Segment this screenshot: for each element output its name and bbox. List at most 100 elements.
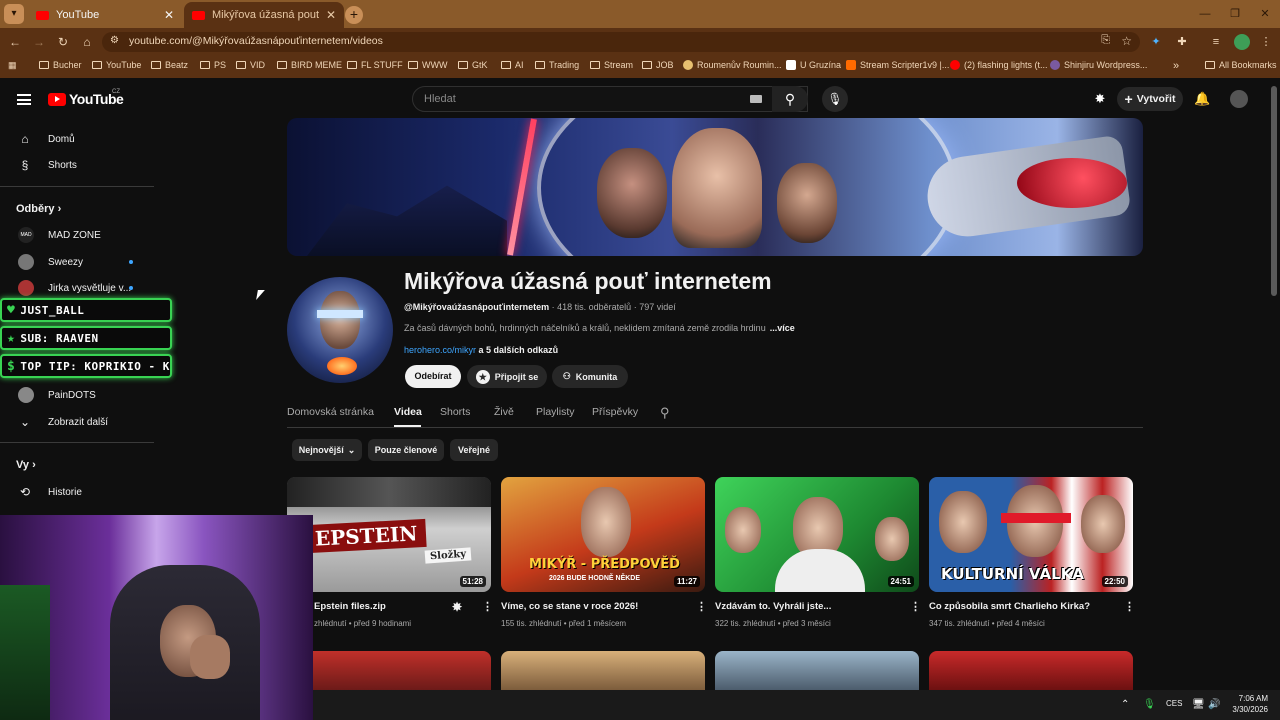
tab-shorts[interactable]: Shorts — [440, 406, 470, 418]
video-thumbnail[interactable] — [287, 651, 491, 691]
search-input[interactable]: Hledat — [412, 86, 808, 112]
bookmark-folder[interactable]: JOB — [642, 60, 674, 70]
more-bookmarks-icon[interactable]: » — [1173, 60, 1179, 72]
sparkle-icon[interactable]: ✸ — [1092, 91, 1108, 107]
maximize-button[interactable]: ❐ — [1218, 0, 1252, 28]
extensions-puzzle-icon[interactable]: ✚ — [1174, 34, 1190, 50]
network-icon[interactable]: 🖥 — [1192, 699, 1205, 710]
members-only-chip[interactable]: Pouze členové — [368, 439, 444, 461]
channel-link[interactable]: herohero.co/mikyr — [404, 345, 476, 355]
community-button[interactable]: ⚇ Komunita — [552, 365, 628, 388]
browser-tab-youtube[interactable]: YouTube ✕ — [28, 2, 182, 28]
taskbar-clock[interactable]: 7:06 AM 3/30/2026 — [1226, 693, 1268, 715]
reading-list-icon[interactable]: ≡ — [1208, 34, 1224, 50]
more-links[interactable]: a 5 dalších odkazů — [479, 345, 559, 355]
profile-avatar[interactable] — [1234, 34, 1250, 50]
video-menu-icon[interactable]: ⋮ — [696, 600, 707, 613]
channel-avatar-large[interactable] — [287, 277, 393, 383]
bookmark-link[interactable]: (2) flashing lights (t... — [950, 60, 1048, 70]
sidebar-item-shorts[interactable]: § Shorts — [0, 152, 160, 178]
bookmark-folder[interactable]: YouTube — [92, 60, 141, 70]
video-title[interactable]: Víme, co se stane v roce 2026! — [501, 601, 638, 612]
video-menu-icon[interactable]: ⋮ — [482, 600, 493, 613]
browser-menu-icon[interactable]: ⋮ — [1258, 34, 1274, 50]
bookmark-star-icon[interactable]: ☆ — [1121, 34, 1132, 48]
bookmark-folder[interactable]: AI — [501, 60, 524, 70]
video-thumbnail[interactable]: EPSTEIN Složky 51:28 — [287, 477, 491, 592]
video-thumbnail[interactable]: KULTURNÍ VÁLKA 22:50 — [929, 477, 1133, 592]
bookmark-folder[interactable]: Trading — [535, 60, 579, 70]
channel-description[interactable]: Za časů dávných bohů, hrdinných náčelník… — [404, 323, 795, 333]
bookmark-link[interactable]: U Gruzína — [786, 60, 841, 70]
subscriptions-heading[interactable]: Odběry › — [16, 203, 61, 215]
new-tab-button[interactable]: + — [345, 6, 363, 24]
account-avatar[interactable] — [1230, 90, 1248, 108]
sidebar-subscription[interactable]: MAD MAD ZONE — [0, 222, 160, 248]
sparkle-icon[interactable]: ✸ — [452, 600, 462, 614]
bookmark-folder[interactable]: BIRD MEME — [277, 60, 342, 70]
page-scrollbar[interactable] — [1271, 86, 1277, 296]
bookmark-folder[interactable]: FL STUFF — [347, 60, 403, 70]
apps-grid-icon[interactable]: ▦ — [8, 60, 17, 71]
volume-icon[interactable]: 🔊 — [1208, 699, 1220, 710]
youtube-logo[interactable]: YouTube CZ — [48, 89, 124, 107]
join-button[interactable]: ★ Připojit se — [467, 365, 547, 388]
voice-search-button[interactable]: 🎙 — [822, 86, 848, 112]
video-thumbnail[interactable] — [501, 651, 705, 691]
video-menu-icon[interactable]: ⋮ — [1124, 600, 1135, 613]
video-menu-icon[interactable]: ⋮ — [910, 600, 921, 613]
extension-icon[interactable]: ✦ — [1148, 34, 1164, 50]
site-info-icon[interactable]: ⚙ — [110, 35, 119, 46]
close-tab-icon[interactable]: ✕ — [326, 8, 336, 22]
create-button[interactable]: + Vytvořit — [1117, 87, 1183, 111]
video-thumbnail[interactable] — [715, 651, 919, 691]
sidebar-item-history[interactable]: ⟲ Historie — [0, 479, 160, 505]
video-thumbnail[interactable] — [929, 651, 1133, 691]
tab-posts[interactable]: Příspěvky — [592, 406, 638, 418]
bookmark-link[interactable]: Stream Scripter1v9 |... — [846, 60, 949, 70]
minimize-button[interactable]: — — [1188, 0, 1222, 28]
video-title[interactable]: Co způsobila smrt Charlieho Kirka? — [929, 601, 1090, 612]
tab-home[interactable]: Domovská stránka — [287, 406, 374, 418]
bookmark-folder[interactable]: Bucher — [39, 60, 82, 70]
home-button[interactable]: ⌂ — [78, 33, 96, 51]
video-title[interactable]: Vzdávám to. Vyhráli jste... — [715, 601, 831, 612]
sidebar-show-more[interactable]: ⌄ Zobrazit další — [0, 409, 160, 435]
sort-newest-chip[interactable]: Nejnovější ⌄ — [292, 439, 362, 461]
bookmark-folder[interactable]: VID — [236, 60, 265, 70]
bookmark-link[interactable]: Roumenův Roumin... — [683, 60, 782, 70]
back-button[interactable]: ← — [6, 33, 24, 51]
guide-menu-icon[interactable] — [17, 94, 31, 105]
close-window-button[interactable]: ✕ — [1248, 0, 1280, 28]
close-tab-icon[interactable]: ✕ — [164, 8, 174, 22]
public-chip[interactable]: Veřejné — [450, 439, 498, 461]
tab-search-button[interactable]: ▾ — [4, 4, 24, 24]
sidebar-subscription[interactable]: Sweezy — [0, 249, 160, 275]
video-thumbnail[interactable]: 24:51 — [715, 477, 919, 592]
tab-videos[interactable]: Videa — [394, 406, 422, 418]
mic-tray-icon[interactable]: 🎙 — [1143, 699, 1156, 710]
bookmark-folder[interactable]: GtK — [458, 60, 488, 70]
tab-playlists[interactable]: Playlisty — [536, 406, 575, 418]
bookmark-folder[interactable]: WWW — [408, 60, 447, 70]
input-language[interactable]: CES — [1166, 699, 1182, 708]
video-thumbnail[interactable]: MIKÝŘ - PŘEDPOVĚĎ 2026 BUDE HODNĚ NĚKDE … — [501, 477, 705, 592]
install-app-icon[interactable]: ⎘ — [1101, 34, 1110, 47]
keyboard-icon[interactable] — [750, 95, 762, 103]
channel-search-icon[interactable]: ⚲ — [660, 405, 670, 421]
all-bookmarks[interactable]: All Bookmarks — [1205, 60, 1277, 70]
subscribe-button[interactable]: Odebírat — [405, 365, 461, 388]
browser-tab-channel[interactable]: Mikýřova úžasná pouť internetem ✕ — [184, 2, 344, 28]
address-bar[interactable]: ⚙ youtube.com/@Mikýřovaúžasnápouťinterne… — [102, 32, 1140, 52]
search-button[interactable]: ⚲ — [772, 86, 808, 112]
tab-live[interactable]: Živě — [494, 406, 514, 418]
bookmark-folder[interactable]: PS — [200, 60, 226, 70]
bookmark-folder[interactable]: Beatz — [151, 60, 188, 70]
you-heading[interactable]: Vy › — [16, 459, 36, 471]
reload-button[interactable]: ↻ — [54, 33, 72, 51]
forward-button[interactable]: → — [30, 33, 48, 51]
notifications-bell-icon[interactable]: 🔔 — [1194, 91, 1210, 107]
video-title[interactable]: Epstein files.zip — [314, 601, 386, 612]
bookmark-link[interactable]: Shinjiru Wordpress... — [1050, 60, 1147, 70]
sidebar-item-home[interactable]: ⌂ Domů — [0, 126, 160, 152]
